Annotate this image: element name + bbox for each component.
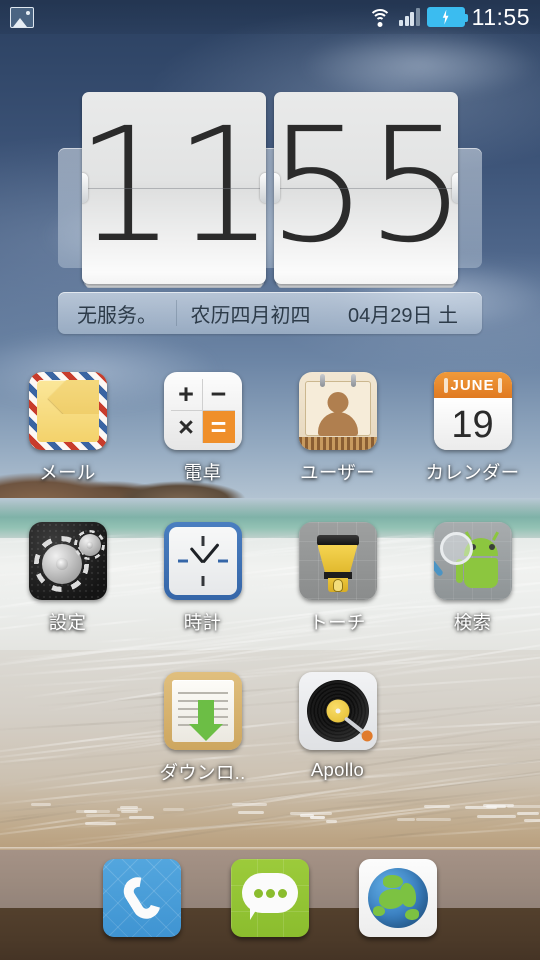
app-label: トーチ xyxy=(309,609,365,635)
calendar-day: 19 xyxy=(434,398,512,450)
app-label: ユーザー xyxy=(300,459,375,485)
contacts-icon[interactable] xyxy=(299,372,377,450)
app-calendar[interactable]: JUNE 19 カレンダー xyxy=(405,362,540,512)
status-bar[interactable]: 11:55 xyxy=(0,0,540,34)
settings-gear-icon[interactable] xyxy=(29,522,107,600)
status-bar-system-icons[interactable]: 11:55 xyxy=(368,4,530,31)
app-row: 設定 時計 トーチ 検索 xyxy=(0,512,540,662)
flip-clock-digits[interactable]: 11 55 xyxy=(58,92,482,284)
image-notification-icon[interactable] xyxy=(10,7,34,28)
app-label: メール xyxy=(39,459,95,485)
hinge-icon xyxy=(274,173,280,203)
search-icon[interactable] xyxy=(434,522,512,600)
app-grid: メール + − × = 電卓 ユーザー JUNE 19 カレンダー 設定 時計 … xyxy=(0,362,540,812)
carrier-status: 无服务。 xyxy=(58,292,176,334)
app-clock[interactable]: 時計 xyxy=(135,512,270,662)
globe-browser-icon[interactable] xyxy=(359,859,437,937)
calc-key-minus: − xyxy=(203,379,235,411)
app-search[interactable]: 検索 xyxy=(405,512,540,662)
battery-charging-icon xyxy=(427,7,465,27)
app-torch[interactable]: トーチ xyxy=(270,512,405,662)
app-row: メール + − × = 電卓 ユーザー JUNE 19 カレンダー xyxy=(0,362,540,512)
signal-icon xyxy=(399,8,420,26)
app-settings[interactable]: 設定 xyxy=(0,512,135,662)
widget-info-bar[interactable]: 无服务。 农历四月初四 04月29日 土 xyxy=(58,292,482,334)
app-label: カレンダー xyxy=(425,459,519,485)
hinge-icon xyxy=(260,173,266,203)
app-label: Apollo xyxy=(311,759,364,781)
download-arrow-icon xyxy=(198,700,214,724)
mail-icon[interactable] xyxy=(29,372,107,450)
clock-hours: 11 xyxy=(82,107,266,265)
app-downloads[interactable]: ダウンロ.. xyxy=(135,662,270,812)
calc-key-plus: + xyxy=(171,379,203,411)
app-label: ダウンロ.. xyxy=(159,759,245,785)
clock-hours-card[interactable]: 11 xyxy=(82,92,266,284)
phone-icon[interactable] xyxy=(103,859,181,937)
app-contacts[interactable]: ユーザー xyxy=(270,362,405,512)
flashlight-icon[interactable] xyxy=(299,522,377,600)
calc-key-times: × xyxy=(171,411,203,443)
dock xyxy=(0,847,540,960)
status-bar-clock: 11:55 xyxy=(472,4,530,31)
clock-icon[interactable] xyxy=(164,522,242,600)
wifi-icon xyxy=(368,8,392,27)
calc-key-equals: = xyxy=(203,411,235,443)
gear-icon xyxy=(79,534,101,556)
app-apollo[interactable]: Apollo xyxy=(270,662,405,812)
hinge-icon xyxy=(82,173,88,203)
app-label: 設定 xyxy=(49,609,87,635)
magnifier-icon xyxy=(440,532,473,565)
app-label: 電卓 xyxy=(184,459,222,485)
app-label: 検索 xyxy=(454,609,492,635)
app-row: ダウンロ.. Apollo xyxy=(0,662,540,812)
apollo-music-icon[interactable] xyxy=(299,672,377,750)
date-label: 04月29日 土 xyxy=(324,292,482,334)
message-bubble-icon[interactable] xyxy=(231,859,309,937)
lunar-date: 农历四月初四 xyxy=(177,292,324,334)
status-bar-notifications[interactable] xyxy=(10,7,34,28)
dock-icons xyxy=(0,859,540,937)
clock-minutes: 55 xyxy=(274,107,458,265)
minute-hand-icon xyxy=(201,543,219,563)
app-calculator[interactable]: + − × = 電卓 xyxy=(135,362,270,512)
calendar-icon[interactable]: JUNE 19 xyxy=(434,372,512,450)
calculator-icon[interactable]: + − × = xyxy=(164,372,242,450)
downloads-icon[interactable] xyxy=(164,672,242,750)
bolt-glyph xyxy=(441,10,450,25)
app-mail[interactable]: メール xyxy=(0,362,135,512)
hinge-icon xyxy=(452,173,458,203)
cloud-shape xyxy=(300,30,540,100)
flip-clock-widget[interactable]: 11 55 无服务。 农历四月初四 04月29日 土 xyxy=(58,92,482,334)
clock-minutes-card[interactable]: 55 xyxy=(274,92,458,284)
app-label: 時計 xyxy=(184,609,222,635)
